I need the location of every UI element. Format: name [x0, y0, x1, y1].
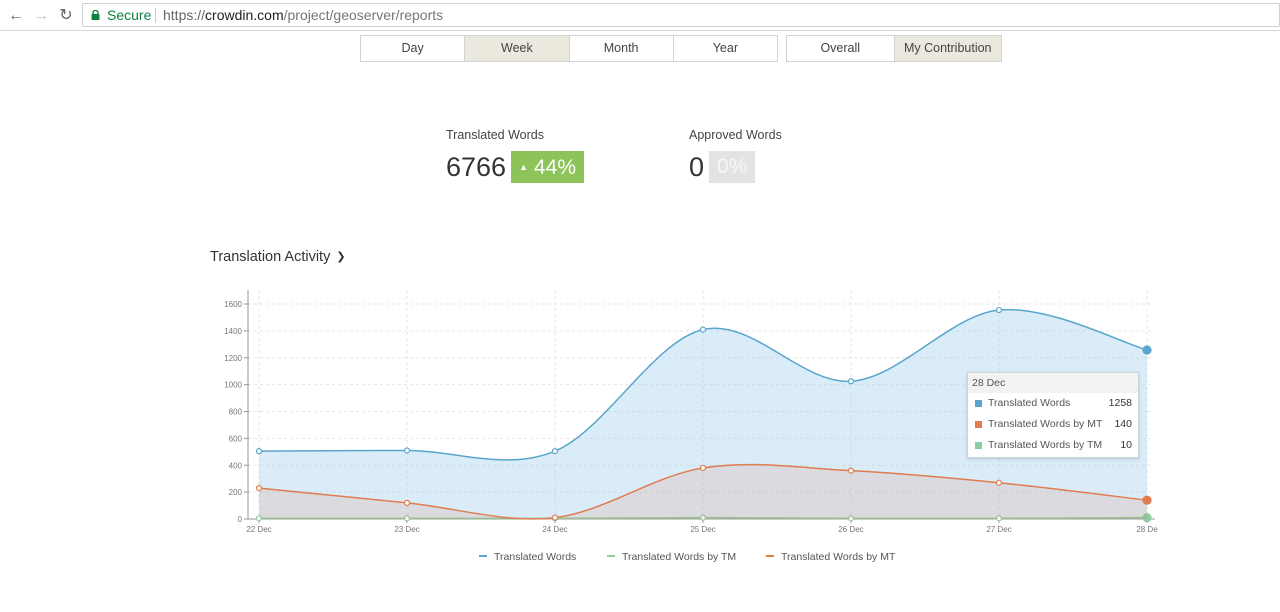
tooltip-row-value: 1258	[1108, 397, 1132, 409]
tooltip-swatch-tm	[975, 442, 982, 449]
data-point-translated	[1142, 345, 1152, 355]
translation-activity-chart: 0 200 400 600 800 1000 1200 1400 1600 22 Dec 23 De…	[224, 290, 1158, 563]
tooltip-row-label: Translated Words	[988, 397, 1071, 409]
chart-tooltip: 28 Dec Translated Words 1258 Translated …	[967, 372, 1139, 458]
tooltip-swatch-translated	[975, 400, 982, 407]
data-point-translated	[847, 378, 855, 385]
legend-label-mt: Translated Words by MT	[781, 551, 896, 563]
data-point-translated	[403, 447, 411, 454]
data-point-mt	[255, 484, 263, 492]
x-tick-label: 22 Dec	[246, 525, 271, 534]
tooltip-row: Translated Words 1258	[968, 393, 1138, 414]
tooltip-row: Translated Words by MT 140	[968, 414, 1138, 435]
data-point-translated	[699, 326, 707, 333]
tooltip-row-value: 10	[1120, 439, 1132, 451]
data-point-translated	[995, 306, 1003, 314]
tooltip-row-value: 140	[1114, 418, 1132, 430]
data-point-translated	[255, 448, 263, 455]
x-tick-label: 23 Dec	[394, 525, 419, 534]
data-point-mt	[403, 499, 411, 506]
x-tick-label: 24 Dec	[542, 525, 567, 534]
y-tick-label: 1000	[224, 381, 242, 390]
data-point-mt	[551, 514, 559, 521]
y-tick-label: 800	[229, 408, 243, 417]
y-tick-label: 600	[229, 434, 243, 443]
legend-label-translated: Translated Words	[494, 551, 576, 563]
y-tick-label: 1600	[224, 300, 242, 309]
tooltip-row: Translated Words by TM 10	[968, 435, 1138, 456]
y-tick-label: 0	[238, 515, 243, 524]
tooltip-row-label: Translated Words by TM	[988, 439, 1103, 451]
tooltip-row-label: Translated Words by MT	[988, 418, 1103, 430]
x-tick-label: 25 Dec	[690, 525, 715, 534]
legend-label-tm: Translated Words by TM	[622, 551, 736, 563]
data-point-translated	[551, 448, 559, 455]
x-tick-label: 27 Dec	[986, 525, 1011, 534]
data-point-mt	[1142, 495, 1152, 505]
y-tick-label: 1400	[224, 327, 242, 336]
tooltip-title: 28 Dec	[968, 373, 1138, 393]
x-tick-label: 28 De	[1136, 525, 1158, 534]
y-tick-label: 200	[229, 488, 243, 497]
tooltip-swatch-mt	[975, 421, 982, 428]
data-point-mt	[995, 479, 1003, 486]
data-point-mt	[699, 464, 707, 472]
y-tick-label: 1200	[224, 354, 242, 363]
y-tick-label: 400	[229, 461, 243, 470]
x-tick-label: 26 Dec	[838, 525, 863, 534]
data-point-mt	[847, 467, 855, 474]
